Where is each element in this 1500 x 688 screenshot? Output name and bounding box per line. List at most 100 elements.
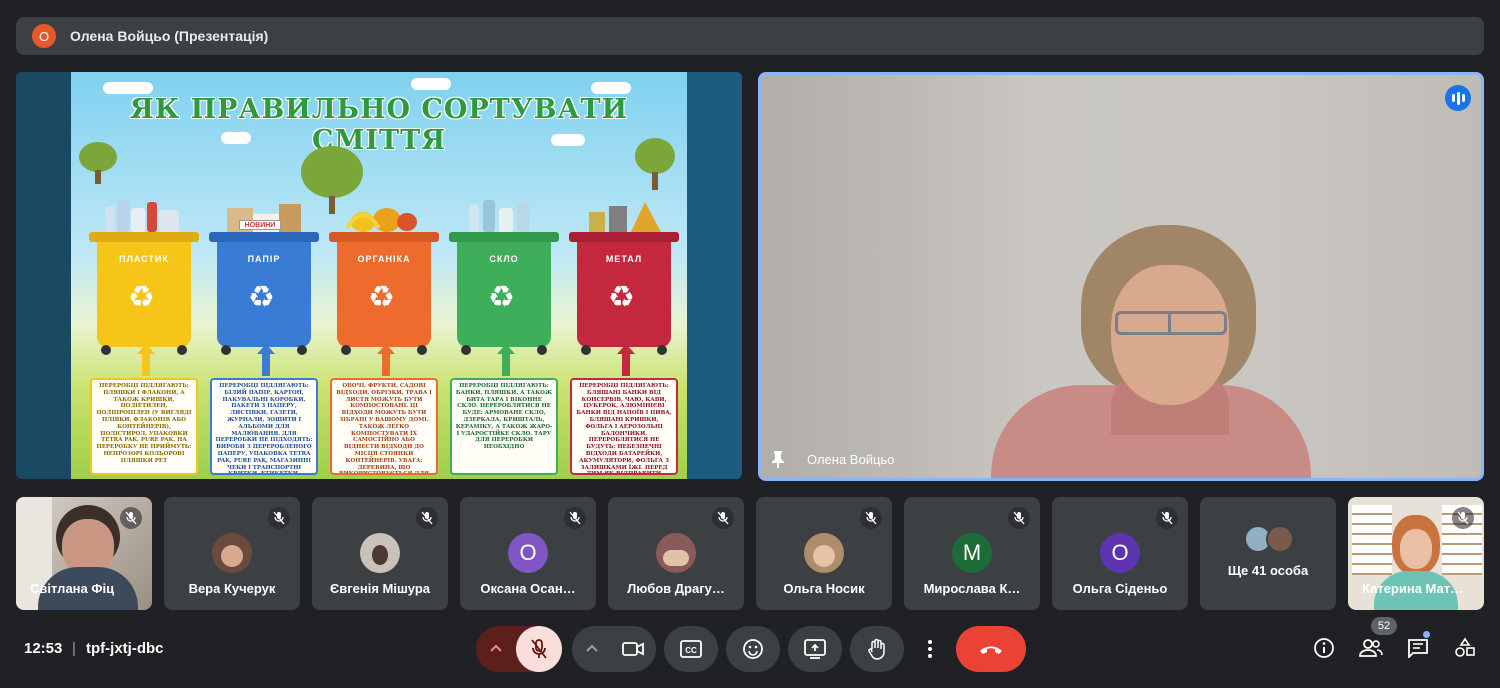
info-icon <box>1314 638 1334 658</box>
present-screen-button[interactable] <box>788 626 842 672</box>
mic-off-icon <box>268 507 290 529</box>
info-card-metal: ПЕРЕРОБЦІ ПІДЛЯГАЮТЬ: БЛЯШАНІ БАНКИ ВІД … <box>570 378 678 475</box>
avatar <box>1266 525 1294 553</box>
bin-glass: СКЛО ♻ <box>449 200 559 355</box>
speaking-indicator-icon <box>1445 85 1471 111</box>
captions-button[interactable]: CC <box>664 626 718 672</box>
bottom-control-bar: 12:53 | tpf-jxtj-dbc CC <box>0 624 1500 674</box>
meeting-details-button[interactable] <box>1312 636 1336 660</box>
participant-name: Євгенія Мішура <box>329 581 431 596</box>
avatar <box>360 533 400 573</box>
video-settings-button[interactable] <box>572 626 656 672</box>
presentation-title: Олена Войцьо (Презентація) <box>70 28 269 44</box>
participant-tile[interactable]: Вера Кучерук <box>164 497 300 610</box>
separator: | <box>72 640 76 657</box>
bin-label: ПЛАСТИК <box>119 254 169 264</box>
chat-button[interactable] <box>1406 636 1430 660</box>
slide-right-margin <box>687 72 742 479</box>
presenter-initial-badge: О <box>32 24 56 48</box>
participant-tile[interactable]: Ольга Носик <box>756 497 892 610</box>
participant-tile[interactable]: Катерина Мат… <box>1348 497 1484 610</box>
more-options-button[interactable] <box>912 626 948 672</box>
info-card-organic: ОВОЧІ, ФРУКТИ, САДОВІ ВІДХОДИ, ОБРІЗКИ, … <box>330 378 438 475</box>
bin-metal: МЕТАЛ ♻ <box>569 202 679 355</box>
cloud <box>103 82 153 94</box>
info-card-plastic: ПЕРЕРОБЦІ ПІДЛЯГАЮТЬ: ПЛЯШКИ І ФЛАКОНИ, … <box>90 378 198 475</box>
present-icon <box>804 639 826 659</box>
meeting-code: tpf-jxtj-dbc <box>86 640 164 657</box>
more-vert-icon <box>928 640 932 658</box>
bottles-pile <box>103 198 185 232</box>
mic-off-icon <box>531 639 547 659</box>
slide-title: ЯК ПРАВИЛЬНО СОРТУВАТИ СМІТТЯ <box>129 94 629 156</box>
avatar: О <box>508 533 548 573</box>
pin-icon[interactable] <box>771 450 785 468</box>
people-button[interactable] <box>1359 636 1383 660</box>
speaker-name: Олена Войцьо <box>807 451 895 467</box>
recycle-icon: ♻ <box>368 281 395 314</box>
avatar <box>804 533 844 573</box>
bin-label: МЕТАЛ <box>605 254 643 264</box>
bin-plastic: ПЛАСТИК ♻ <box>89 200 199 355</box>
hand-icon <box>868 638 885 660</box>
audio-settings-button[interactable] <box>476 626 562 672</box>
raise-hand-button[interactable] <box>850 626 904 672</box>
recycle-icon: ♻ <box>128 281 155 314</box>
leave-call-button[interactable] <box>956 626 1026 672</box>
recycle-icon: ♻ <box>488 281 515 314</box>
mic-off-icon <box>416 507 438 529</box>
arrow-up-icon <box>617 344 635 376</box>
bin-label: ОРГАНІКА <box>357 254 411 264</box>
participant-name: Ольга Сіденьо <box>1072 581 1168 596</box>
meeting-time: 12:53 <box>24 640 63 657</box>
participant-tile[interactable]: М Мирослава К… <box>904 497 1040 610</box>
video-camera-icon <box>622 642 644 656</box>
bin-label: СКЛО <box>489 254 519 264</box>
avatar <box>656 533 696 573</box>
bin-label: ПАПІР <box>247 254 281 264</box>
participant-name: Мирослава К… <box>923 581 1021 596</box>
info-card-glass: ПЕРЕРОБЦІ ПІДЛЯГАЮТЬ: БАНКИ, ПЛЯШКИ, А Т… <box>450 378 558 475</box>
chevron-up-icon[interactable] <box>580 637 604 661</box>
mic-off-icon <box>1008 507 1030 529</box>
mic-off-button[interactable] <box>516 626 562 672</box>
participant-strip: Світлана Фіц Вера Кучерук Євгенія Мішура… <box>16 497 1484 610</box>
mic-off-icon <box>712 507 734 529</box>
captions-icon: CC <box>680 640 702 658</box>
avatar <box>212 533 252 573</box>
participant-tile[interactable]: Світлана Фіц <box>16 497 152 610</box>
participant-tile[interactable]: Євгенія Мішура <box>312 497 448 610</box>
chevron-up-icon[interactable] <box>484 637 508 661</box>
glass-pile <box>463 198 545 232</box>
presentation-tile[interactable]: ЯК ПРАВИЛЬНО СОРТУВАТИ СМІТТЯ ПЛАСТИК ♻ <box>16 72 742 479</box>
arrow-up-icon <box>377 344 395 376</box>
reactions-button[interactable] <box>726 626 780 672</box>
more-participants-label: Ще 41 особа <box>1227 563 1309 578</box>
arrow-up-icon <box>497 344 515 376</box>
camera-button[interactable] <box>610 626 656 672</box>
more-participants-tile[interactable]: Ще 41 особа <box>1200 497 1336 610</box>
activities-button[interactable] <box>1453 636 1477 660</box>
active-speaker-tile[interactable]: Олена Войцьо <box>758 72 1484 481</box>
activities-icon <box>1455 637 1475 657</box>
mic-off-icon <box>1156 507 1178 529</box>
participant-tile[interactable]: О Оксана Осан… <box>460 497 596 610</box>
participant-name: Оксана Осан… <box>480 581 576 596</box>
bin-organic: ОРГАНІКА ♻ <box>329 208 439 355</box>
bin-paper: НОВИНИ ПАПІР ♻ <box>209 204 319 355</box>
recycle-icon: ♻ <box>608 281 635 314</box>
people-icon <box>1359 639 1383 657</box>
participant-tile[interactable]: Любов Драгу… <box>608 497 744 610</box>
arrow-up-icon <box>257 344 275 376</box>
mic-off-icon <box>1452 507 1474 529</box>
people-count-badge: 52 <box>1371 617 1397 635</box>
slide-content: ЯК ПРАВИЛЬНО СОРТУВАТИ СМІТТЯ ПЛАСТИК ♻ <box>71 72 687 479</box>
emoji-icon <box>743 639 763 659</box>
chat-notification-dot <box>1423 631 1430 638</box>
participant-name: Катерина Мат… <box>1362 581 1464 596</box>
participant-tile[interactable]: О Ольга Сіденьо <box>1052 497 1188 610</box>
newspaper-label: НОВИНИ <box>239 220 281 230</box>
mic-off-icon <box>120 507 142 529</box>
svg-text:CC: CC <box>685 646 697 655</box>
metal-pile <box>583 198 665 232</box>
